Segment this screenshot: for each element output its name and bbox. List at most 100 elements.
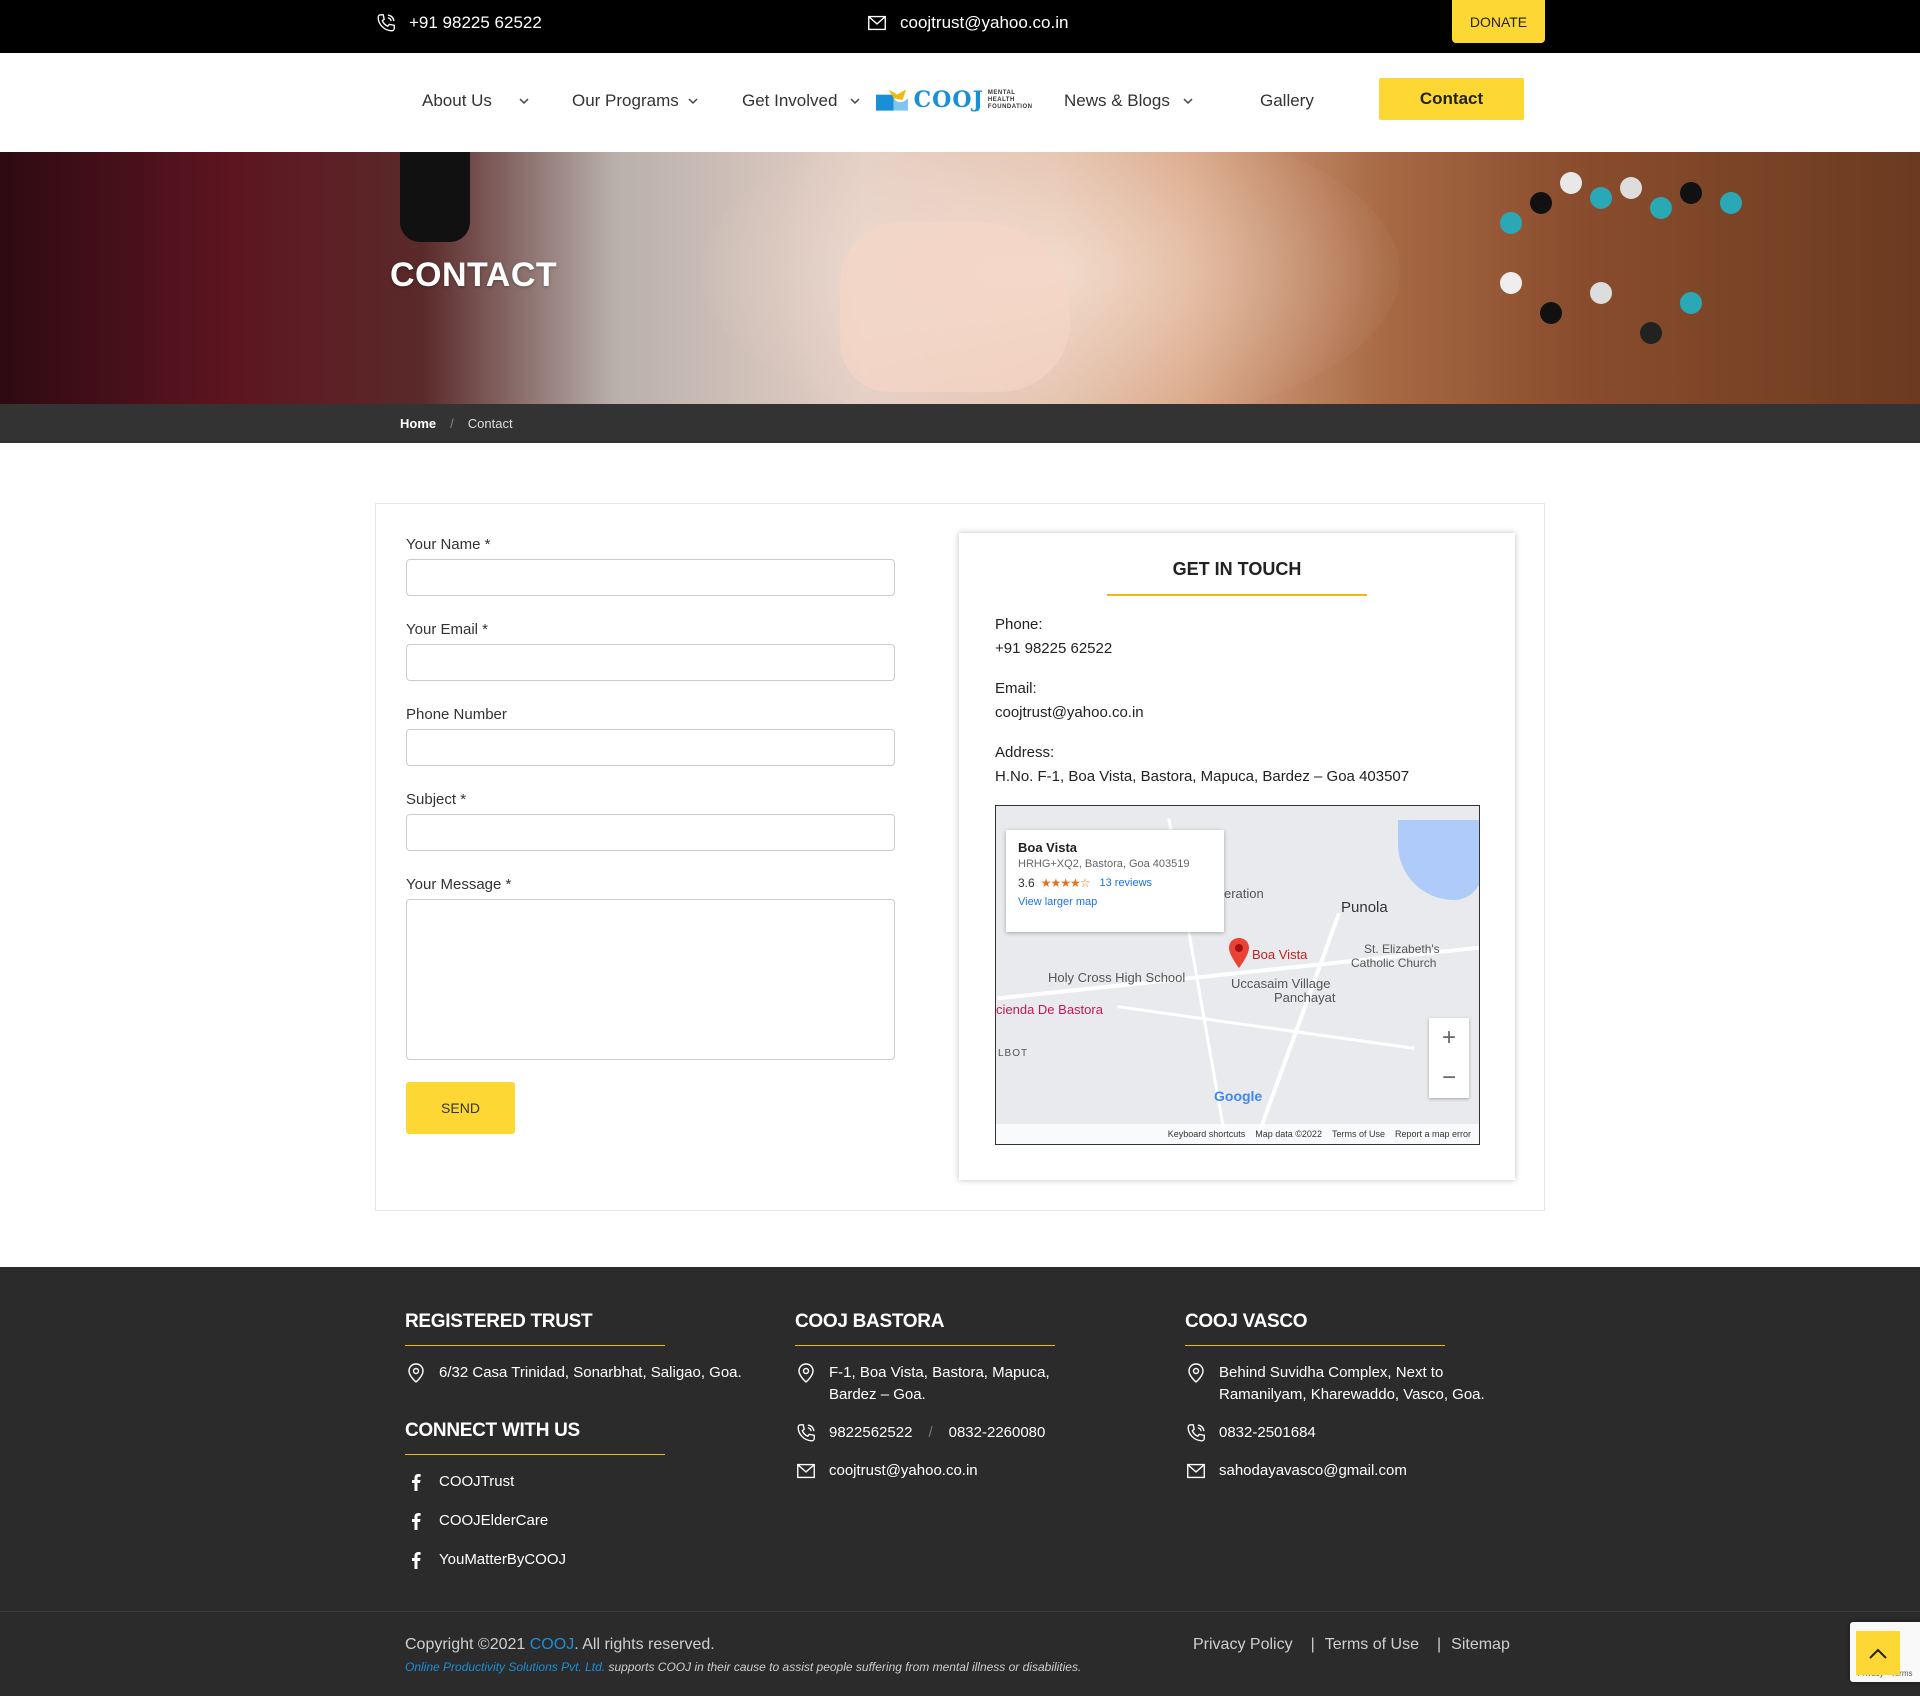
logo-word: COOJ — [913, 87, 984, 113]
top-email-text: coojtrust@yahoo.co.in — [900, 13, 1069, 32]
breadcrumb-current: Contact — [467, 416, 513, 431]
social-link-coojtrust[interactable]: COOJTrust — [405, 1471, 742, 1493]
donate-button[interactable]: DONATE — [1452, 0, 1545, 43]
map-footer: Keyboard shortcuts Map data ©2022 Terms … — [996, 1124, 1479, 1144]
facebook-icon — [412, 1474, 421, 1491]
bead-shape — [1640, 322, 1662, 344]
map-label: Catholic Church — [1351, 956, 1437, 970]
map-label: LBOT — [998, 1048, 1029, 1059]
map-footer-shortcuts[interactable]: Keyboard shortcuts — [1168, 1129, 1246, 1139]
footer-registered-title: REGISTERED TRUST — [405, 1311, 593, 1332]
hero-fist-shape — [840, 222, 1070, 392]
logo-sub-line2: FOUNDATION — [987, 103, 1033, 110]
zoom-in-icon[interactable]: + — [1442, 1024, 1456, 1052]
footer-vasco-email[interactable]: sahodayavasco@gmail.com — [1185, 1460, 1485, 1482]
footer-divider — [795, 1345, 1055, 1346]
top-email[interactable]: coojtrust@yahoo.co.in — [866, 12, 1068, 34]
nav-about-us-label: About Us — [422, 91, 492, 110]
logo-subtitle: MENTAL HEALTH FOUNDATION — [988, 90, 1038, 111]
bead-shape — [1680, 292, 1702, 314]
chevron-down-icon — [1183, 98, 1193, 105]
social-link-label: COOJTrust — [439, 1473, 515, 1490]
send-button[interactable]: SEND — [406, 1082, 515, 1134]
subject-label: Subject * — [406, 791, 467, 808]
footer-bastora-phone2[interactable]: 0832-2260080 — [949, 1422, 1046, 1444]
footer-registered-column: REGISTERED TRUST 6/32 Casa Trinidad, Son… — [405, 1311, 742, 1571]
message-field[interactable] — [406, 899, 895, 1060]
name-field[interactable] — [406, 559, 895, 596]
email-value[interactable]: coojtrust@yahoo.co.in — [995, 701, 1144, 725]
email-label: Email: — [995, 680, 1037, 697]
footer-vasco-address-line1: Behind Suvidha Complex, Next to — [1219, 1364, 1444, 1381]
mail-icon — [868, 15, 886, 31]
facebook-icon — [412, 1513, 421, 1530]
logo-mark-icon — [876, 89, 908, 111]
nav-news-blogs[interactable]: News & Blogs — [1064, 91, 1194, 111]
map-label: Holy Cross High School — [1048, 970, 1186, 985]
get-in-touch-title: GET IN TOUCH — [1172, 559, 1302, 579]
social-link-coojeldercare[interactable]: COOJElderCare — [405, 1510, 742, 1532]
breadcrumb-separator: / — [450, 416, 454, 431]
logo-sub-line1: MENTAL HEALTH — [987, 89, 1016, 103]
map-label: Panchayat — [1274, 990, 1336, 1005]
location-pin-icon — [798, 1363, 814, 1383]
map-reviews-link[interactable]: 13 reviews — [1099, 877, 1152, 889]
footer-bastora-phone1[interactable]: 9822562522 — [829, 1422, 912, 1444]
email-block: Email: coojtrust@yahoo.co.in — [995, 677, 1144, 725]
chevron-up-icon — [1869, 1648, 1887, 1659]
footer-bastora-address-line1: F-1, Boa Vista, Bastora, Mapuca, — [829, 1364, 1050, 1381]
top-phone-text: +91 98225 62522 — [409, 13, 542, 32]
phone-value[interactable]: +91 98225 62522 — [995, 637, 1112, 661]
mail-icon — [1187, 1463, 1205, 1479]
nav-about-us[interactable]: About Us — [422, 91, 530, 111]
copyright-brand-link[interactable]: COOJ — [530, 1636, 574, 1653]
map-footer-report[interactable]: Report a map error — [1395, 1129, 1471, 1139]
bead-shape — [1720, 192, 1742, 214]
footer-bastora-title: COOJ BASTORA — [795, 1311, 945, 1332]
social-link-label: YouMatterByCOOJ — [439, 1551, 566, 1568]
zoom-out-icon[interactable]: − — [1442, 1064, 1456, 1092]
google-map[interactable]: Boa Vista HRHG+XQ2, Bastora, Goa 403519 … — [995, 805, 1480, 1145]
nav-our-programs[interactable]: Our Programs — [572, 91, 699, 111]
map-label: cienda De Bastora — [996, 1002, 1103, 1017]
contact-button[interactable]: Contact — [1379, 78, 1524, 120]
email-field[interactable] — [406, 644, 895, 681]
link-separator: | — [1310, 1636, 1315, 1653]
map-footer-data: Map data ©2022 — [1255, 1129, 1322, 1139]
nav-get-involved[interactable]: Get Involved — [742, 91, 861, 111]
address-block: Address: H.No. F-1, Boa Vista, Bastora, … — [995, 741, 1409, 789]
google-logo-text: Google — [1214, 1088, 1263, 1104]
footer-registered-address: 6/32 Casa Trinidad, Sonarbhat, Saligao, … — [405, 1362, 742, 1384]
nav-gallery[interactable]: Gallery — [1260, 91, 1314, 111]
privacy-policy-link[interactable]: Privacy Policy — [1193, 1636, 1293, 1654]
top-phone[interactable]: +91 98225 62522 — [375, 12, 542, 34]
phone-separator: / — [928, 1424, 933, 1441]
subject-field[interactable] — [406, 814, 895, 851]
ops-link[interactable]: Online Productivity Solutions Pvt. Ltd. — [405, 1660, 605, 1674]
sitemap-link[interactable]: Sitemap — [1451, 1636, 1510, 1654]
breadcrumb-home[interactable]: Home — [400, 416, 436, 431]
star-rating-icon: ★★★★☆ — [1040, 876, 1091, 890]
name-label: Your Name * — [406, 536, 491, 553]
footer-vasco-phone[interactable]: 0832-2501684 — [1185, 1422, 1485, 1444]
terms-of-use-link[interactable]: Terms of Use — [1325, 1636, 1419, 1654]
social-link-youmatterbycooj[interactable]: YouMatterByCOOJ — [405, 1549, 742, 1571]
cooj-logo[interactable]: COOJ MENTAL HEALTH FOUNDATION — [876, 83, 1038, 117]
view-larger-map-link[interactable]: View larger map — [1018, 896, 1212, 908]
footer-bastora-email-text: coojtrust@yahoo.co.in — [829, 1462, 978, 1479]
nav-our-programs-label: Our Programs — [572, 91, 679, 110]
bead-shape — [1540, 302, 1562, 324]
phone-icon — [797, 1424, 815, 1442]
bead-shape — [1590, 282, 1612, 304]
google-logo: Google — [1214, 1088, 1262, 1104]
footer-bastora-email[interactable]: coojtrust@yahoo.co.in — [795, 1460, 1055, 1482]
chevron-down-icon — [850, 98, 860, 105]
footer-vasco-title: COOJ VASCO — [1185, 1311, 1308, 1332]
phone-field[interactable] — [406, 729, 895, 766]
map-water — [1398, 820, 1479, 900]
map-footer-terms[interactable]: Terms of Use — [1332, 1129, 1385, 1139]
bead-shape — [1500, 212, 1522, 234]
scroll-to-top-button[interactable] — [1856, 1631, 1900, 1675]
email-label: Your Email * — [406, 621, 488, 638]
footer-divider — [405, 1345, 665, 1346]
